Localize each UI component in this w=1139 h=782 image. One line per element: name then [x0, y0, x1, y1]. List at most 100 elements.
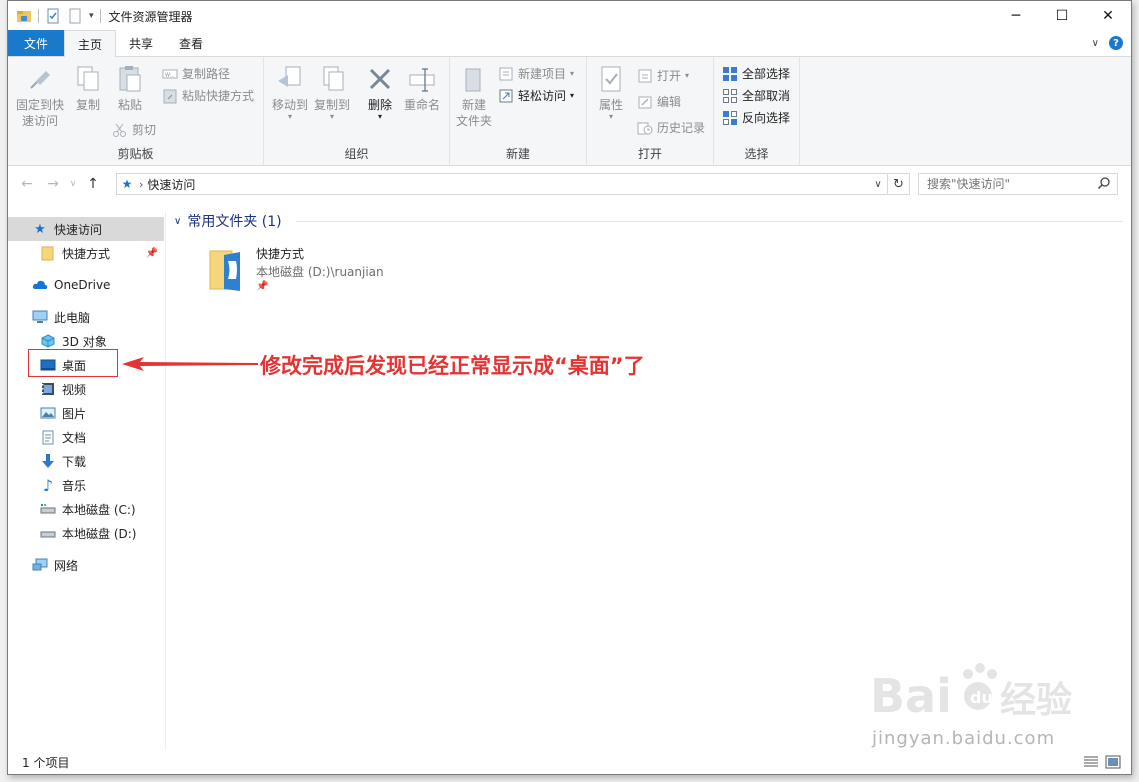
help-icon[interactable]: ?: [1109, 36, 1123, 50]
copy-button[interactable]: 复制: [68, 63, 108, 113]
nav-label: 音乐: [62, 478, 87, 493]
easy-access-icon: [499, 89, 513, 102]
open-group: 属性 ▾ 打开 ▾ 编辑 历史记录 打开: [587, 57, 714, 166]
address-bar[interactable]: ★ › 快速访问 ∨: [116, 173, 888, 195]
search-icon[interactable]: [1097, 176, 1111, 190]
easy-access-button[interactable]: 轻松访问 ▾: [498, 87, 574, 104]
minimize-button[interactable]: ─: [993, 1, 1039, 31]
easy-access-dropdown-icon: ▾: [570, 91, 575, 100]
explorer-folder-icon[interactable]: [16, 8, 32, 24]
invert-selection-button[interactable]: 反向选择: [722, 109, 790, 126]
nav-item-this-pc[interactable]: 此电脑: [8, 305, 164, 329]
watermark-url: jingyan.baidu.com: [872, 728, 1056, 749]
properties-button[interactable]: 属性 ▾: [593, 63, 629, 121]
nav-item-downloads[interactable]: 下载: [8, 449, 164, 473]
forward-button[interactable]: →: [40, 176, 66, 192]
nav-label: 此电脑: [54, 310, 91, 325]
nav-label: 图片: [62, 406, 87, 421]
rename-button[interactable]: 重命名: [402, 63, 442, 113]
folder-icon: [40, 245, 56, 261]
open-button[interactable]: 打开 ▾: [637, 67, 689, 84]
explorer-window: ▾ 文件资源管理器 ─ ☐ ✕ 文件 主页 共享 查看 ∨ ? 固定到快 速访问: [7, 0, 1132, 775]
nav-label: 网络: [54, 558, 79, 573]
search-box[interactable]: [918, 173, 1118, 195]
select-all-label: 全部选择: [742, 67, 791, 81]
nav-item-music[interactable]: ♪ 音乐: [8, 473, 164, 497]
tab-view[interactable]: 查看: [166, 30, 216, 56]
nav-item-drive-d[interactable]: 本地磁盘 (D:): [8, 521, 164, 545]
drive-icon: [40, 501, 56, 517]
up-button[interactable]: ↑: [80, 176, 106, 192]
pinned-icon[interactable]: 📌: [146, 248, 158, 259]
edit-label: 编辑: [657, 95, 682, 109]
nav-item-pictures[interactable]: 图片: [8, 401, 164, 425]
nav-item-drive-c[interactable]: 本地磁盘 (C:): [8, 497, 164, 521]
maximize-button[interactable]: ☐: [1039, 1, 1085, 31]
history-button[interactable]: 历史记录: [637, 119, 705, 136]
tab-home[interactable]: 主页: [64, 30, 117, 57]
folder-tile[interactable]: 快捷方式 本地磁盘 (D:)\ruanjian 📌: [208, 245, 408, 295]
paste-icon: [119, 66, 141, 92]
tab-share[interactable]: 共享: [116, 30, 166, 56]
recent-locations-icon[interactable]: ∨: [66, 179, 80, 189]
organize-group: 移动到 ▾ 复制到 ▾ 删除 ▾ 重命名 组织: [264, 57, 450, 166]
new-folder-icon[interactable]: [67, 8, 83, 24]
cut-button[interactable]: 剪切: [112, 121, 156, 138]
nav-item-shortcut[interactable]: 快捷方式 📌: [8, 241, 164, 265]
paste-button[interactable]: 粘贴: [110, 63, 150, 113]
svg-text:经验: 经验: [1000, 680, 1072, 721]
large-icons-view-icon[interactable]: [1105, 755, 1121, 769]
star-icon: ★: [34, 221, 46, 237]
status-bar: 1 个项目: [8, 750, 1131, 774]
pinned-icon: 📌: [256, 281, 269, 292]
tab-file[interactable]: 文件: [8, 30, 64, 56]
copy-path-button[interactable]: W:.. 复制路径: [162, 65, 230, 82]
music-icon: ♪: [42, 475, 54, 495]
baidu-jingyan-watermark-logo: Bai du 经验: [870, 663, 1072, 723]
nav-item-onedrive[interactable]: OneDrive: [8, 273, 164, 297]
move-to-button[interactable]: 移动到 ▾: [270, 63, 310, 121]
drive-icon: [40, 525, 56, 541]
network-icon: [32, 557, 48, 573]
new-item-icon: [499, 67, 513, 80]
edit-icon: [638, 96, 652, 108]
frequent-folders-header[interactable]: ∨ 常用文件夹 (1): [174, 211, 282, 231]
select-group-label: 选择: [744, 147, 769, 161]
expand-ribbon-icon[interactable]: ∨: [1092, 38, 1099, 49]
collapse-chevron-icon[interactable]: ∨: [174, 216, 181, 227]
properties-dropdown-icon: ▾: [608, 112, 613, 121]
breadcrumb-chevron-icon[interactable]: ›: [139, 178, 143, 191]
delete-button[interactable]: 删除 ▾: [362, 63, 398, 121]
nav-item-documents[interactable]: 文档: [8, 425, 164, 449]
select-all-button[interactable]: 全部选择: [722, 65, 790, 82]
clipboard-group-label: 剪贴板: [117, 147, 154, 161]
search-input[interactable]: [927, 177, 1097, 191]
nav-label: 快速访问: [54, 222, 103, 237]
paste-shortcut-button[interactable]: 粘贴快捷方式: [162, 87, 254, 104]
select-none-button[interactable]: 全部取消: [722, 87, 790, 104]
nav-item-network[interactable]: 网络: [8, 553, 164, 577]
pin-quick-access-button[interactable]: 固定到快 速访问: [14, 63, 66, 129]
nav-label: 视频: [62, 382, 87, 397]
details-view-icon[interactable]: [1083, 755, 1099, 769]
properties-icon[interactable]: [45, 8, 61, 24]
customize-qat-icon[interactable]: ▾: [89, 11, 94, 21]
address-dropdown-icon[interactable]: ∨: [869, 174, 887, 194]
breadcrumb[interactable]: 快速访问: [147, 176, 195, 193]
annotation-highlight-box: [28, 349, 118, 377]
new-item-button[interactable]: 新建项目 ▾: [498, 65, 574, 82]
history-label: 历史记录: [657, 121, 706, 135]
refresh-button[interactable]: ↻: [888, 173, 910, 195]
edit-button[interactable]: 编辑: [637, 93, 681, 110]
nav-item-videos[interactable]: 视频: [8, 377, 164, 401]
new-folder-label-line1: 新建: [461, 98, 486, 112]
back-button[interactable]: ←: [14, 176, 40, 192]
nav-item-quick-access[interactable]: ★ 快速访问: [8, 217, 164, 241]
divider: [296, 221, 1123, 222]
copy-to-button[interactable]: 复制到 ▾: [312, 63, 352, 121]
folder-path: 本地磁盘 (D:)\ruanjian: [256, 265, 384, 279]
new-folder-button[interactable]: 新建 文件夹: [454, 63, 494, 129]
close-button[interactable]: ✕: [1085, 1, 1131, 31]
svg-text:du: du: [970, 688, 993, 707]
document-icon: [40, 429, 56, 445]
